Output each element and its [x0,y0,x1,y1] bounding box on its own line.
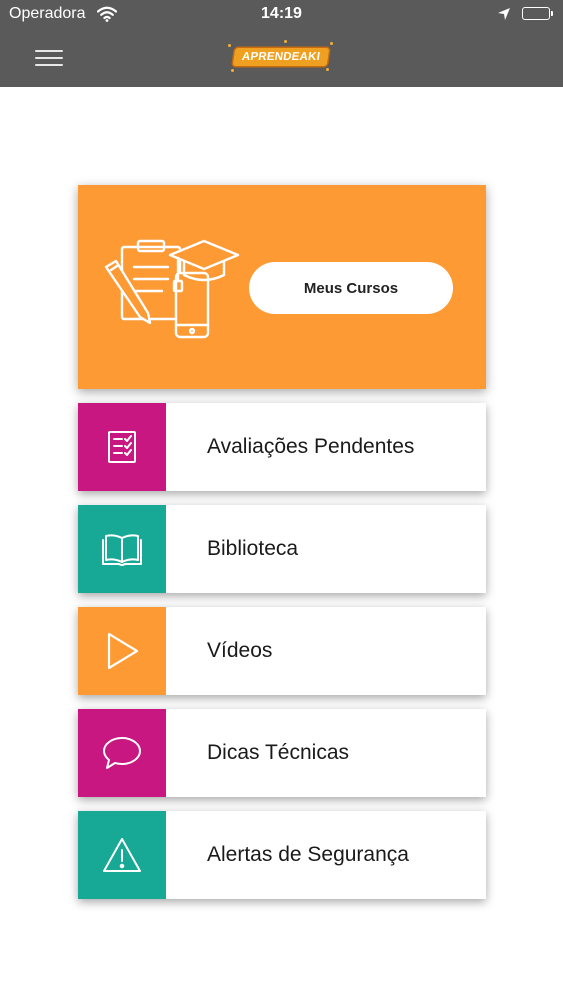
location-arrow-icon [497,7,511,26]
menu-item-biblioteca[interactable]: Biblioteca [78,505,486,593]
menu-item-label: Avaliações Pendentes [207,435,415,458]
icon-box [78,811,166,899]
checklist-icon [108,431,136,463]
menu-item-alertas-de-seguranca[interactable]: Alertas de Segurança [78,811,486,899]
meus-cursos-button[interactable]: Meus Cursos [249,262,453,314]
menu-item-avaliacoes-pendentes[interactable]: Avaliações Pendentes [78,403,486,491]
icon-box [78,505,166,593]
nav-bar: APRENDEAKI [0,30,563,87]
icon-box [78,709,166,797]
menu-item-videos[interactable]: Vídeos [78,607,486,695]
menu-item-label: Alertas de Segurança [207,843,409,866]
menu-item-dicas-tecnicas[interactable]: Dicas Técnicas [78,709,486,797]
status-time: 14:19 [261,5,302,22]
open-book-icon [102,534,142,566]
warning-triangle-icon [103,838,141,872]
logo-text: APRENDEAKI [232,48,330,66]
status-bar: Operadora 14:19 [0,0,563,30]
menu-item-label: Vídeos [207,639,273,662]
icon-box [78,403,166,491]
app-logo: APRENDEAKI [226,38,336,78]
hero-card-meus-cursos: Meus Cursos [78,185,486,389]
menu-item-label: Biblioteca [207,537,299,560]
hamburger-menu-button[interactable] [28,42,70,74]
menu-item-label: Dicas Técnicas [207,741,349,764]
battery-icon [522,7,553,20]
speech-bubble-icon [103,737,141,769]
courses-illustration-icon [104,233,242,343]
icon-box [78,607,166,695]
play-icon [107,632,139,670]
hamburger-icon [35,50,63,52]
